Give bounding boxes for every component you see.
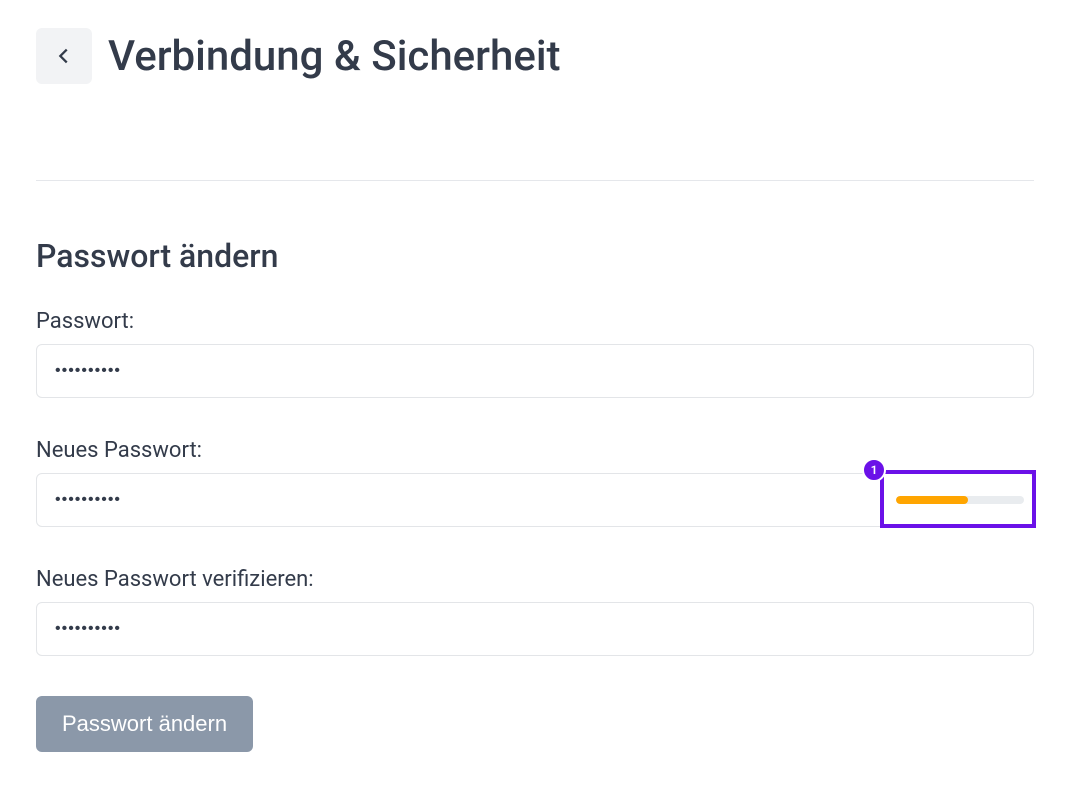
- new-password-input[interactable]: [36, 473, 1034, 527]
- new-password-label: Neues Passwort:: [36, 438, 1034, 463]
- verify-password-input[interactable]: [36, 602, 1034, 656]
- current-password-wrap: [36, 344, 1034, 398]
- verify-password-label: Neues Passwort verifizieren:: [36, 567, 1034, 592]
- verify-password-wrap: [36, 602, 1034, 656]
- change-password-button[interactable]: Passwort ändern: [36, 696, 253, 752]
- back-button[interactable]: [36, 28, 92, 84]
- divider: [36, 180, 1034, 181]
- new-password-group: Neues Passwort: 1: [36, 438, 1034, 527]
- page-header: Verbindung & Sicherheit: [36, 28, 1034, 84]
- password-strength-fill: [896, 496, 968, 504]
- verify-password-group: Neues Passwort verifizieren:: [36, 567, 1034, 656]
- section-title: Passwort ändern: [36, 237, 1034, 275]
- new-password-wrap: 1: [36, 473, 1034, 527]
- current-password-label: Passwort:: [36, 309, 1034, 334]
- password-strength-meter: [896, 496, 1024, 504]
- page-title: Verbindung & Sicherheit: [108, 32, 561, 81]
- current-password-group: Passwort:: [36, 309, 1034, 398]
- chevron-left-icon: [53, 45, 75, 67]
- current-password-input[interactable]: [36, 344, 1034, 398]
